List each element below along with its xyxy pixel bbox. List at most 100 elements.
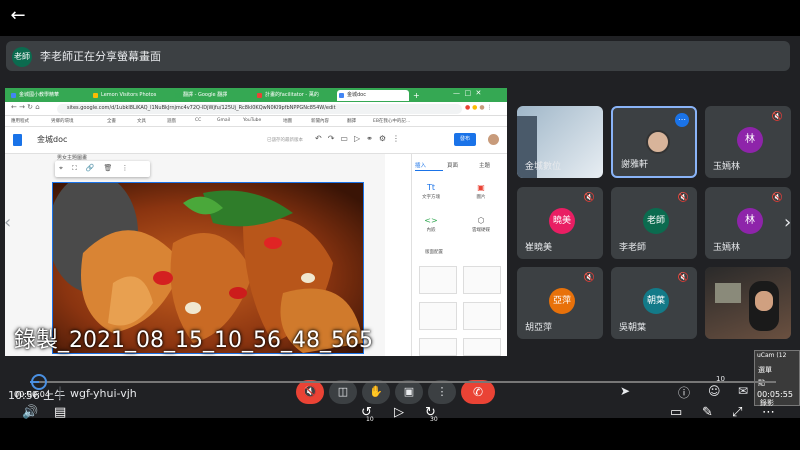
more-options-button[interactable]: ⋮ bbox=[428, 380, 456, 404]
new-tab-plus-icon[interactable]: + bbox=[411, 90, 423, 101]
extension-icons[interactable]: ● ● ● ⋮ bbox=[465, 104, 493, 111]
insert-embed[interactable]: <> 內嵌 bbox=[411, 216, 451, 233]
mic-off-button[interactable]: 🔇 bbox=[296, 380, 324, 404]
playback-knob[interactable] bbox=[30, 374, 47, 390]
avatar: 老師 bbox=[643, 208, 669, 234]
bookmark-item[interactable]: EB在我心中的記... bbox=[373, 118, 410, 124]
participant-tile[interactable]: 林 🔇 玉嫣林 bbox=[705, 106, 791, 178]
layout-option[interactable] bbox=[419, 302, 457, 330]
present-button[interactable]: ▣ bbox=[395, 380, 423, 404]
publish-button[interactable]: 發布 bbox=[454, 133, 476, 146]
avatar: 亞萍 bbox=[549, 288, 575, 314]
subtitles-icon[interactable]: ▤ bbox=[54, 405, 66, 420]
image-toolbar-icons[interactable]: ⌖⛶🔗🗑⋮ bbox=[59, 164, 137, 173]
layout-option[interactable] bbox=[463, 266, 501, 294]
sites-header bbox=[5, 127, 507, 154]
bookmark-item[interactable]: 遊戲 bbox=[167, 118, 176, 124]
sites-toolbar-icons[interactable]: ↶↷▭▷⚭⚙⋮ bbox=[315, 134, 406, 143]
skip-back-seconds: 10 bbox=[366, 416, 374, 423]
minimize-icon[interactable]: ⤢ bbox=[732, 405, 742, 420]
bookmark-item[interactable]: CC bbox=[195, 118, 201, 123]
bookmark-item[interactable]: 全書 bbox=[107, 118, 116, 124]
avatar bbox=[646, 130, 670, 154]
url-text: sites.google.com/d/1ubkl8LiKAQ_l1NuBkJrn… bbox=[67, 105, 336, 111]
play-icon[interactable]: ▷ bbox=[394, 405, 404, 420]
player-controls bbox=[0, 418, 800, 450]
participant-tile[interactable]: 林 🔇 玉嫣林 bbox=[705, 187, 791, 259]
camera-button[interactable]: ◫ bbox=[329, 380, 357, 404]
tab-favicon-icon bbox=[11, 93, 16, 98]
participant-name: 李老師 bbox=[619, 243, 647, 253]
mic-off-icon: 🔇 bbox=[583, 273, 595, 283]
bookmark-item[interactable]: YouTube bbox=[243, 118, 261, 123]
image-icon: ▣ bbox=[477, 183, 485, 192]
tab-themes[interactable]: 主題 bbox=[479, 163, 490, 169]
tab-pages[interactable]: 頁面 bbox=[447, 163, 458, 169]
avatar[interactable] bbox=[488, 134, 499, 145]
participant-tile[interactable]: 曉美 🔇 崔曉美 bbox=[517, 187, 603, 259]
playback-track[interactable] bbox=[30, 381, 776, 383]
participant-name: 玉嫣林 bbox=[713, 243, 741, 253]
layout-option[interactable] bbox=[463, 302, 501, 330]
bookmark-item[interactable]: 翻譯 bbox=[347, 118, 356, 124]
participant-name: 吳朝葉 bbox=[619, 323, 647, 333]
people-icon[interactable]: ☺ bbox=[708, 384, 721, 398]
browser-tab[interactable]: Lemon Visitors Photos bbox=[91, 90, 169, 101]
ucam-option[interactable]: 點 bbox=[758, 378, 765, 388]
avatar: 曉美 bbox=[549, 208, 575, 234]
participant-tile[interactable]: 亞萍 🔇 胡亞萍 bbox=[517, 267, 603, 339]
back-arrow-icon[interactable]: ← bbox=[6, 4, 30, 28]
layout-option[interactable] bbox=[419, 266, 457, 294]
drive-icon: ⬡ bbox=[477, 216, 485, 225]
tab-insert[interactable]: 插入 bbox=[415, 163, 426, 169]
raise-hand-button[interactable]: ✋ bbox=[362, 380, 390, 404]
layout-option[interactable] bbox=[419, 338, 457, 356]
ucam-menu[interactable]: 選單 bbox=[758, 365, 772, 375]
participant-tile-active[interactable]: ⋯ 謝雅軒 bbox=[611, 106, 697, 178]
participant-tile[interactable]: 老師 🔇 李老師 bbox=[611, 187, 697, 259]
chevron-right-icon[interactable]: › bbox=[784, 212, 791, 233]
insert-image[interactable]: ▣ 圖片 bbox=[461, 183, 501, 200]
image-caption: 男女主題圖畫 bbox=[57, 155, 88, 161]
more-options-icon[interactable]: ⋯ bbox=[762, 405, 775, 420]
chat-icon[interactable]: ✉ bbox=[738, 384, 748, 398]
participant-tile[interactable]: 金城數位 bbox=[517, 106, 603, 178]
skip-forward-seconds: 30 bbox=[430, 416, 438, 423]
browser-tab[interactable]: 金城國小教學精華 bbox=[9, 90, 87, 101]
mic-off-icon: 🔇 bbox=[771, 112, 783, 122]
current-time: 00:00:04 bbox=[14, 390, 50, 399]
total-time: 00:05:55 bbox=[757, 390, 793, 399]
bookmark-item[interactable]: 男鄉的環境 bbox=[51, 118, 74, 124]
participant-tile[interactable] bbox=[705, 267, 791, 339]
meeting-code: wgf-yhui-vjh bbox=[70, 387, 137, 400]
info-icon[interactable]: ⓘ bbox=[678, 384, 690, 401]
tab-favicon-icon bbox=[93, 93, 98, 98]
layout-option[interactable] bbox=[463, 338, 501, 356]
chevron-left-icon[interactable]: ‹ bbox=[4, 212, 11, 233]
insert-textbox[interactable]: Tt 文字方塊 bbox=[411, 183, 451, 200]
end-call-button[interactable]: ✆ bbox=[461, 380, 495, 404]
pen-icon[interactable]: ✎ bbox=[702, 405, 713, 420]
browser-tab-active[interactable]: 金城doc bbox=[337, 90, 409, 101]
active-tab-indicator bbox=[415, 170, 443, 171]
presenter-avatar: 老師 bbox=[12, 47, 32, 67]
save-status: 已儲存的最新版本 bbox=[267, 138, 303, 143]
text-box-icon: Tt bbox=[426, 183, 436, 192]
insert-drive[interactable]: ⬡ 雲端硬碟 bbox=[461, 216, 501, 233]
window-controls[interactable]: — □ ✕ bbox=[453, 89, 481, 97]
browser-tab[interactable]: 翻譯 - Google 翻譯 bbox=[173, 90, 251, 101]
browser-tab[interactable]: 計畫的facilitator - 萬的 bbox=[255, 90, 333, 101]
participant-name: 謝雅軒 bbox=[621, 160, 649, 170]
bookmark-item[interactable]: 應用程式 bbox=[11, 118, 29, 124]
volume-icon[interactable]: 🔊 bbox=[22, 405, 38, 420]
bookmark-item[interactable]: 新聞內容 bbox=[311, 118, 329, 124]
panel-tabs[interactable]: 插入 頁面 主題 bbox=[415, 161, 490, 169]
more-options-icon[interactable]: ⋯ bbox=[675, 113, 689, 127]
bookmark-item[interactable]: 文具 bbox=[137, 118, 146, 124]
bookmark-item[interactable]: 地圖 bbox=[283, 118, 292, 124]
nav-buttons[interactable]: ← → ↻ ⌂ bbox=[11, 103, 40, 111]
picture-in-picture-icon[interactable]: ▭ bbox=[670, 405, 682, 420]
bookmark-item[interactable]: Gmail bbox=[217, 118, 230, 123]
participant-tile[interactable]: 朝葉 🔇 吳朝葉 bbox=[611, 267, 697, 339]
ucam-title: uCam (12 bbox=[757, 352, 787, 359]
